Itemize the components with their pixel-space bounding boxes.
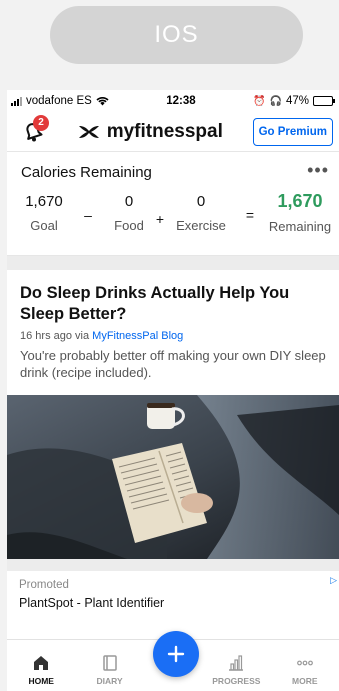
remaining-value: 1,670 [277, 191, 323, 211]
brand-name: myfitnesspal [106, 120, 223, 142]
go-premium-button[interactable]: Go Premium [252, 117, 333, 146]
exercise-value: 0 [196, 193, 206, 210]
ad-choices-icon[interactable]: ▷ [330, 575, 337, 586]
chart-icon [229, 655, 244, 671]
section-divider [7, 558, 339, 571]
article-meta: 16 hrs ago via MyFitnessPal Blog [20, 330, 327, 342]
signal-icon [11, 96, 22, 106]
notification-badge: 2 [33, 114, 49, 131]
plus-icon [167, 645, 185, 663]
goal-column: 1,670 Goal [21, 193, 67, 233]
article-description: You're probably better off making your o… [20, 347, 326, 381]
food-label: Food [114, 218, 144, 233]
section-divider [7, 256, 339, 270]
article-image[interactable] [7, 394, 339, 559]
status-bar: vodafone ES 12:38 ⏰ 🎧 47% [7, 90, 339, 112]
exercise-label: Exercise [176, 218, 226, 233]
alarm-icon: ⏰ [253, 95, 266, 107]
more-dots-icon [296, 660, 313, 666]
food-column: 0 Food [109, 193, 149, 233]
carrier-label: vodafone ES [26, 95, 92, 107]
food-value: 0 [124, 193, 134, 210]
tab-home[interactable]: HOME [13, 654, 69, 686]
card-options-icon[interactable]: ••• [307, 160, 329, 181]
plus-operator: + [155, 211, 165, 227]
platform-label: IOS [50, 6, 303, 64]
tab-progress[interactable]: PROGRESS [208, 654, 264, 686]
status-time: 12:38 [166, 95, 196, 107]
tab-home-label: HOME [28, 676, 54, 686]
home-icon [34, 656, 49, 670]
article-card[interactable]: Do Sleep Drinks Actually Help You Sleep … [7, 270, 339, 559]
phone-screen: vodafone ES 12:38 ⏰ 🎧 47% 2 myfitnesspal… [7, 90, 339, 691]
under-armour-icon [78, 125, 99, 138]
equals-operator: = [245, 207, 255, 223]
article-time: 16 hrs ago via [20, 329, 93, 342]
tab-diary-label: DIARY [96, 676, 123, 686]
app-logo: myfitnesspal [77, 121, 223, 143]
tab-diary[interactable]: DIARY [82, 654, 138, 686]
calories-card[interactable]: Calories Remaining ••• 1,670 Goal – 0 Fo… [7, 152, 339, 256]
notifications-button[interactable]: 2 [21, 114, 49, 145]
goal-label: Goal [30, 218, 58, 233]
minus-operator: – [84, 207, 92, 223]
exercise-column: 0 Exercise [171, 193, 231, 233]
book-icon [102, 655, 117, 671]
tab-more[interactable]: MORE [277, 654, 333, 686]
calories-equation: 1,670 Goal – 0 Food + 0 Exercise = 1,670… [21, 191, 339, 234]
article-title[interactable]: Do Sleep Drinks Actually Help You Sleep … [20, 283, 327, 326]
goal-value: 1,670 [25, 193, 63, 210]
battery-icon [313, 96, 335, 106]
app-header: 2 myfitnesspal Go Premium [7, 112, 339, 152]
battery-percent: 47% [285, 95, 309, 107]
wifi-icon [96, 97, 109, 106]
headphones-icon: 🎧 [269, 95, 282, 107]
promoted-app-name[interactable]: PlantSpot - Plant Identifier [19, 596, 327, 610]
remaining-column: 1,670 Remaining [268, 191, 332, 234]
remaining-label: Remaining [268, 219, 332, 234]
tab-more-label: MORE [292, 676, 318, 686]
add-entry-button[interactable] [153, 631, 199, 677]
article-source-link[interactable]: MyFitnessPal Blog [92, 330, 183, 342]
calories-title: Calories Remaining [21, 164, 152, 181]
tab-progress-label: PROGRESS [212, 676, 261, 686]
promoted-label: Promoted [19, 578, 69, 591]
promoted-card[interactable]: Promoted PlantSpot - Plant Identifier ▷ [7, 571, 339, 618]
article-photo [7, 394, 339, 559]
